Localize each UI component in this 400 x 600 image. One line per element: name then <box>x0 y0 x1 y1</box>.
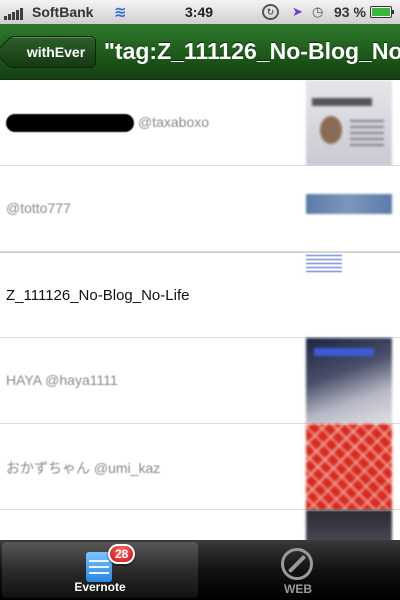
note-title: @taxaboxo <box>6 114 209 133</box>
list-item[interactable]: @totto777 <box>0 166 400 252</box>
status-time: 3:49 <box>185 4 214 20</box>
note-thumbnail <box>306 338 392 424</box>
navigation-bar: withEver "tag:Z_111126_No-Blog_No-Life" <box>0 24 400 80</box>
carrier-name: SoftBank <box>32 4 94 20</box>
back-button[interactable]: withEver <box>8 36 96 68</box>
tab-label: Evernote <box>74 580 126 594</box>
status-bar: SoftBank ≋ 3:49 ↻ ➤ ◷ 93 % <box>0 0 400 24</box>
list-item[interactable]: HAYA @haya1111 <box>0 338 400 424</box>
notification-badge: 28 <box>108 544 136 564</box>
redacted-name <box>6 114 134 133</box>
tab-label: WEB <box>284 582 312 596</box>
signal-strength-icon <box>4 8 23 20</box>
back-button-label: withEver <box>26 44 86 60</box>
tab-bar: 28 Evernote WEB <box>0 540 400 600</box>
rotation-lock-icon: ↻ <box>262 4 279 20</box>
wifi-icon: ≋ <box>114 4 127 21</box>
list-item[interactable]: おかずちゃん @umi_kaz <box>0 424 400 510</box>
tab-evernote[interactable]: 28 Evernote <box>2 542 198 598</box>
list-item[interactable]: @taxaboxo <box>0 80 400 166</box>
note-thumbnail <box>306 80 392 166</box>
note-title: Z_111126_No-Blog_No-Life <box>6 287 190 304</box>
page-title: "tag:Z_111126_No-Blog_No-Life" <box>104 38 400 64</box>
alarm-icon: ◷ <box>312 4 324 19</box>
note-title: HAYA @haya1111 <box>6 372 118 388</box>
battery-percent: 93 % <box>334 4 366 20</box>
note-thumbnail <box>306 194 392 214</box>
note-thumbnail <box>306 255 342 275</box>
note-thumbnail <box>306 424 392 510</box>
list-item[interactable]: Z_111126_No-Blog_No-Life <box>0 252 400 338</box>
note-title: おかずちゃん @umi_kaz <box>6 460 161 476</box>
list-item[interactable] <box>0 510 400 540</box>
battery-icon <box>370 6 394 18</box>
tab-web[interactable]: WEB <box>198 540 398 600</box>
compass-icon <box>281 548 313 580</box>
note-list[interactable]: @taxaboxo @totto777 Z_111126_No-Blog_No-… <box>0 80 400 540</box>
note-thumbnail <box>306 510 392 540</box>
location-icon: ➤ <box>292 4 303 19</box>
note-title: @totto777 <box>6 200 71 216</box>
